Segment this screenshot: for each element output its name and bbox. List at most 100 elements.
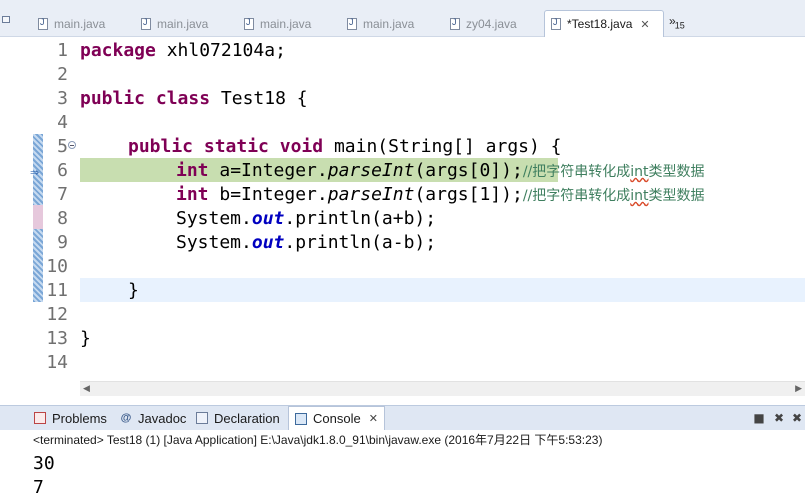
keyword: public xyxy=(128,136,194,157)
close-icon[interactable]: ✕ xyxy=(369,412,378,425)
overview-ruler xyxy=(0,37,30,395)
keyword: void xyxy=(279,136,324,157)
tab-console[interactable]: Console ✕ xyxy=(288,406,385,430)
code-text: } xyxy=(128,280,139,301)
debug-arrow-icon: ⇒ xyxy=(30,166,40,179)
tab-label: *Test18.java xyxy=(567,17,633,31)
tab-main-java-2[interactable]: main.java xyxy=(135,12,238,36)
tab-problems[interactable]: Problems xyxy=(34,406,107,430)
tab-main-java-3[interactable]: main.java xyxy=(238,12,341,36)
tab-zy04-java[interactable]: zy04.java xyxy=(444,12,544,36)
code-editor[interactable]: ⇒ 1 2 3 4 5 6 7 8 9 10 11 12 13 14 packa… xyxy=(0,37,805,396)
keyword: class xyxy=(155,88,211,109)
code-text: b=Integer. xyxy=(208,184,328,205)
line-number: 5 xyxy=(57,136,68,157)
java-file-icon xyxy=(141,17,151,30)
code-text: xhl072104a; xyxy=(155,40,286,61)
remove-launch-icon[interactable]: ✖ xyxy=(772,411,786,425)
line-number: 7 xyxy=(57,184,68,205)
java-file-icon xyxy=(347,17,357,30)
static-field: out xyxy=(251,232,285,253)
tab-test18-java[interactable]: *Test18.java ✕ xyxy=(544,10,664,37)
tab-label: main.java xyxy=(260,17,312,31)
code-line-11[interactable]: } xyxy=(128,279,139,303)
method-name: parseInt xyxy=(327,184,415,205)
line-number: 6 xyxy=(57,160,68,181)
restore-icon[interactable] xyxy=(0,12,12,26)
remove-all-icon[interactable]: ✖ xyxy=(790,411,804,425)
console-output-line: 30 xyxy=(33,453,55,474)
fold-collapse-icon[interactable] xyxy=(68,141,76,149)
caret-line-highlight xyxy=(80,278,805,302)
terminate-icon[interactable]: ■ xyxy=(752,411,766,425)
panel-tab-bar: Problems @ Javadoc Declaration Console ✕… xyxy=(0,405,805,430)
code-text: main(String[] args) { xyxy=(323,136,562,157)
code-text: .println(a+b); xyxy=(284,208,437,229)
keyword: int xyxy=(176,184,209,205)
tab-main-java-1[interactable]: main.java xyxy=(32,12,135,36)
line-number: 4 xyxy=(57,112,68,133)
code-text: Test18 { xyxy=(210,88,308,109)
static-field: out xyxy=(251,208,285,229)
tab-label: main.java xyxy=(363,17,415,31)
code-text: System. xyxy=(176,208,252,229)
declaration-icon xyxy=(196,412,208,424)
tab-label: zy04.java xyxy=(466,17,517,31)
line-number: 10 xyxy=(46,256,68,277)
line-number: 8 xyxy=(57,208,68,229)
java-file-icon xyxy=(244,17,254,30)
code-line-3[interactable]: public class Test18 { xyxy=(80,87,308,111)
scroll-left-icon[interactable]: ◀ xyxy=(83,382,90,396)
code-text: System. xyxy=(176,232,252,253)
comment: //把字符串转化成int类型数据 xyxy=(523,164,705,180)
tab-label: main.java xyxy=(157,17,209,31)
code-line-8[interactable]: System.out.println(a+b); xyxy=(176,207,436,231)
java-file-icon xyxy=(38,17,48,30)
tab-javadoc[interactable]: @ Javadoc xyxy=(120,406,187,430)
change-marker xyxy=(33,205,43,229)
java-file-icon xyxy=(450,17,460,30)
tab-label: Problems xyxy=(52,410,107,426)
code-line-6[interactable]: int a=Integer.parseInt(args[0]);//把字符串转化… xyxy=(176,159,705,183)
horizontal-scrollbar[interactable]: ◀ ▶ xyxy=(80,381,805,396)
keyword: int xyxy=(176,160,209,181)
comment-text: int xyxy=(630,164,649,180)
code-line-13[interactable]: } xyxy=(80,327,91,351)
console-icon xyxy=(295,412,307,425)
comment-text: //把字符串转化成 xyxy=(522,188,631,204)
line-number: 11 xyxy=(46,280,68,301)
keyword: static xyxy=(203,136,269,157)
method-name: parseInt xyxy=(327,160,415,181)
line-number: 14 xyxy=(46,352,68,373)
close-icon[interactable]: ✕ xyxy=(640,18,649,31)
code-text: a=Integer. xyxy=(208,160,328,181)
tab-declaration[interactable]: Declaration xyxy=(196,406,280,430)
line-number: 2 xyxy=(57,64,68,85)
code-text: } xyxy=(80,328,91,349)
at-icon: @ xyxy=(120,412,132,424)
code-text: (args[0]); xyxy=(414,160,523,181)
java-file-icon xyxy=(551,17,561,30)
comment-text: //把字符串转化成 xyxy=(522,164,631,180)
tab-overflow-button[interactable]: »15 xyxy=(669,14,685,30)
console-status: <terminated> Test18 (1) [Java Applicatio… xyxy=(33,433,603,447)
line-number: 9 xyxy=(57,232,68,253)
console-output-line: 7 xyxy=(33,477,44,498)
line-number: 12 xyxy=(46,304,68,325)
scroll-right-icon[interactable]: ▶ xyxy=(795,382,802,396)
code-line-1[interactable]: package xhl072104a; xyxy=(80,39,286,63)
code-line-7[interactable]: int b=Integer.parseInt(args[1]);//把字符串转化… xyxy=(176,183,705,207)
comment-text: 类型数据 xyxy=(648,188,705,204)
keyword: public xyxy=(80,88,146,109)
line-number: 3 xyxy=(57,88,68,109)
tab-label: main.java xyxy=(54,17,106,31)
tab-main-java-4[interactable]: main.java xyxy=(341,12,444,36)
code-line-5[interactable]: public static void main(String[] args) { xyxy=(128,135,562,159)
tab-label: Declaration xyxy=(214,410,280,426)
overflow-count: 15 xyxy=(674,20,685,31)
comment: //把字符串转化成int类型数据 xyxy=(523,188,705,204)
code-line-9[interactable]: System.out.println(a-b); xyxy=(176,231,436,255)
keyword: package xyxy=(80,40,156,61)
editor-tab-bar: main.java main.java main.java main.java … xyxy=(0,0,805,37)
tab-label: Console xyxy=(313,411,361,426)
